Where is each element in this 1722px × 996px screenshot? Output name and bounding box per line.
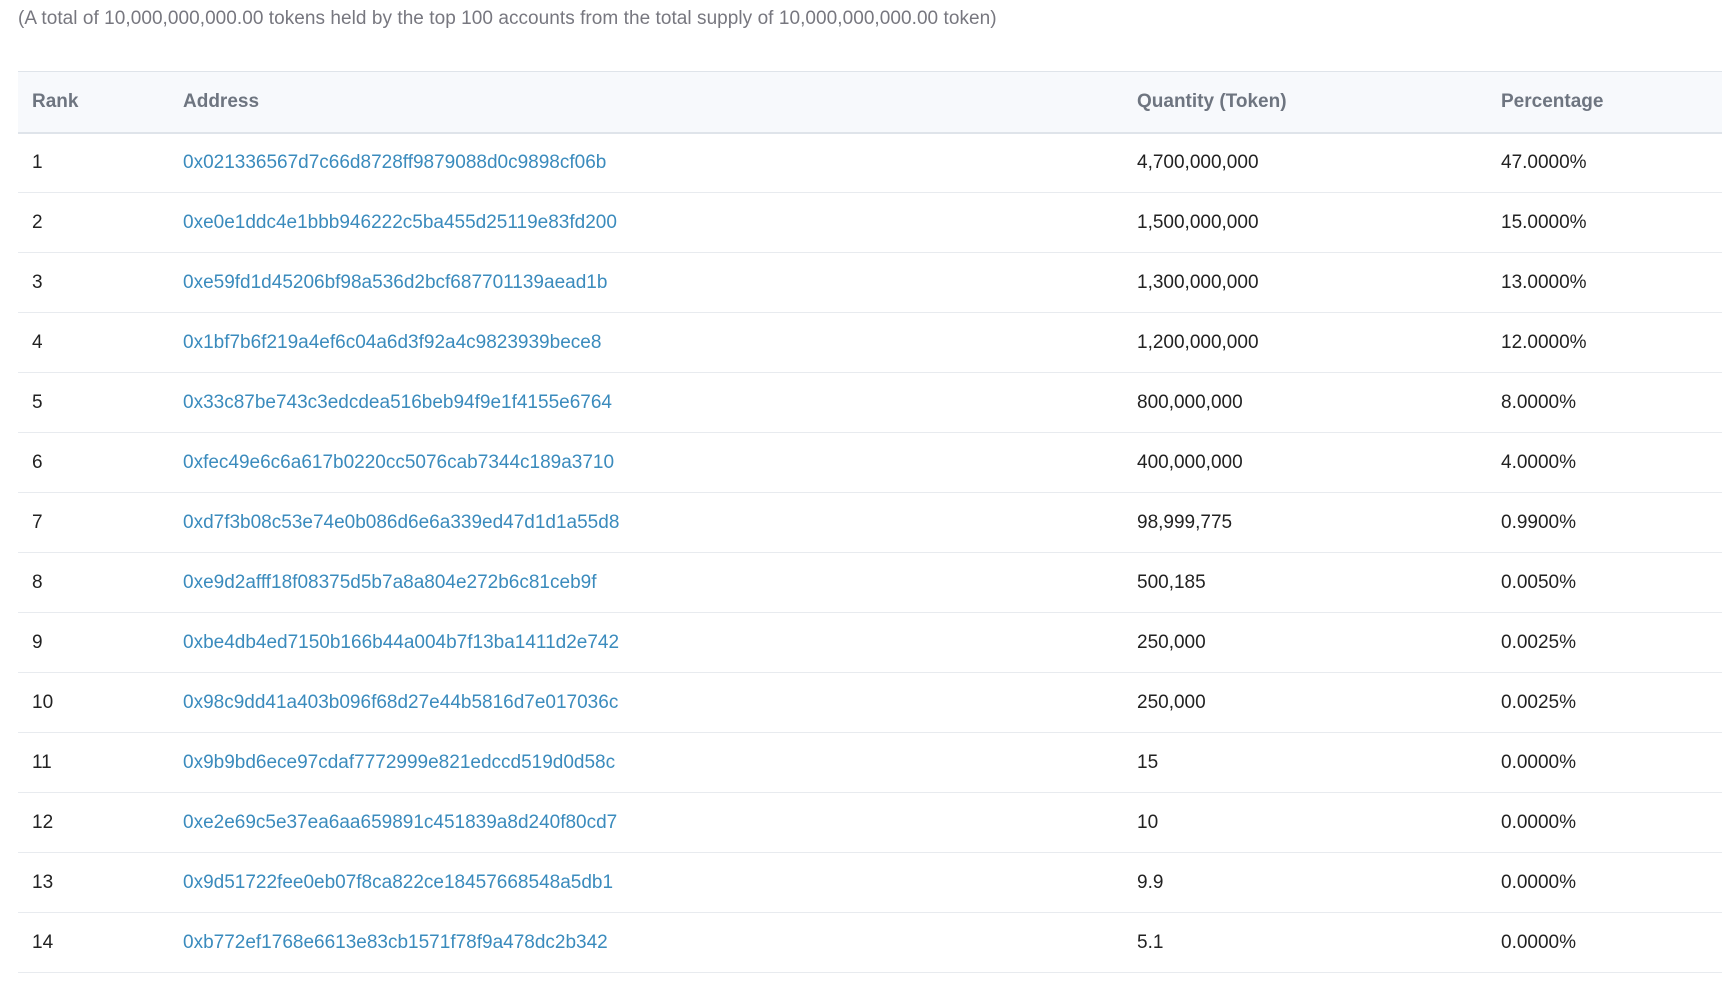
holder-address-link[interactable]: 0x98c9dd41a403b096f68d27e44b5816d7e01703… — [183, 692, 618, 713]
table-row: 13 0x9d51722fee0eb07f8ca822ce18457668548a… — [18, 853, 1722, 913]
table-row: 8 0xe9d2afff18f08375d5b7a8a804e272b6c81ce… — [18, 553, 1722, 613]
quantity-cell: 500,185 — [1137, 571, 1206, 593]
table-header-row: Rank Address Quantity (Token) Percentage — [18, 71, 1722, 133]
address-cell: 0xe9d2afff18f08375d5b7a8a804e272b6c81ceb… — [183, 553, 1137, 613]
quantity-cell: 250,000 — [1137, 631, 1206, 653]
address-cell: 0xe0e1ddc4e1bbb946222c5ba455d25119e83fd2… — [183, 193, 1137, 253]
table-row: 6 0xfec49e6c6a617b0220cc5076cab7344c189a3… — [18, 433, 1722, 493]
rank-cell: 12 — [32, 811, 54, 833]
quantity-cell: 400,000,000 — [1137, 451, 1243, 473]
holder-address-link[interactable]: 0xd7f3b08c53e74e0b086d6e6a339ed47d1d1a55… — [183, 512, 619, 533]
percentage-cell: 12.0000% — [1501, 331, 1587, 353]
table-row: 10 0x98c9dd41a403b096f68d27e44b5816d7e017… — [18, 673, 1722, 733]
holder-address-link[interactable]: 0x33c87be743c3edcdea516beb94f9e1f4155e67… — [183, 392, 612, 413]
rank-cell: 10 — [32, 691, 54, 713]
percentage-cell: 13.0000% — [1501, 271, 1587, 293]
holder-address-link[interactable]: 0xe9d2afff18f08375d5b7a8a804e272b6c81ceb… — [183, 572, 596, 593]
table-row: 2 0xe0e1ddc4e1bbb946222c5ba455d25119e83fd… — [18, 193, 1722, 253]
holder-address-link[interactable]: 0xe0e1ddc4e1bbb946222c5ba455d25119e83fd2… — [183, 212, 617, 233]
holder-address-link[interactable]: 0xb772ef1768e6613e83cb1571f78f9a478dc2b3… — [183, 932, 608, 953]
quantity-cell: 1,500,000,000 — [1137, 211, 1259, 233]
holder-address-link[interactable]: 0x9b9bd6ece97cdaf7772999e821edccd519d0d5… — [183, 752, 615, 773]
address-column-header: Address — [183, 90, 260, 112]
holder-address-link[interactable]: 0x9d51722fee0eb07f8ca822ce18457668548a5d… — [183, 872, 613, 893]
address-cell: 0x33c87be743c3edcdea516beb94f9e1f4155e67… — [183, 373, 1137, 433]
rank-cell: 14 — [32, 931, 54, 953]
table-row: 3 0xe59fd1d45206bf98a536d2bcf687701139aea… — [18, 253, 1722, 313]
address-cell: 0x9d51722fee0eb07f8ca822ce18457668548a5d… — [183, 853, 1137, 913]
holder-address-link[interactable]: 0x1bf7b6f219a4ef6c04a6d3f92a4c9823939bec… — [183, 332, 601, 353]
table-body: 1 0x021336567d7c66d8728ff9879088d0c9898cf… — [18, 133, 1722, 973]
holder-address-link[interactable]: 0xbe4db4ed7150b166b44a004b7f13ba1411d2e7… — [183, 632, 619, 653]
rank-cell: 9 — [32, 631, 43, 653]
table-row: 7 0xd7f3b08c53e74e0b086d6e6a339ed47d1d1a5… — [18, 493, 1722, 553]
rank-cell: 5 — [32, 391, 43, 413]
rank-cell: 2 — [32, 211, 43, 233]
table-row: 11 0x9b9bd6ece97cdaf7772999e821edccd519d0… — [18, 733, 1722, 793]
percentage-cell: 0.9900% — [1501, 511, 1577, 533]
rank-cell: 7 — [32, 511, 43, 533]
percentage-cell: 0.0000% — [1501, 871, 1577, 893]
address-cell: 0xbe4db4ed7150b166b44a004b7f13ba1411d2e7… — [183, 613, 1137, 673]
holder-address-link[interactable]: 0xfec49e6c6a617b0220cc5076cab7344c189a37… — [183, 452, 614, 473]
table-row: 12 0xe2e69c5e37ea6aa659891c451839a8d240f8… — [18, 793, 1722, 853]
holders-summary: (A total of 10,000,000,000.00 tokens hel… — [18, 8, 997, 29]
percentage-cell: 0.0025% — [1501, 691, 1577, 713]
rank-column-header: Rank — [32, 90, 79, 112]
percentage-cell: 47.0000% — [1501, 151, 1587, 173]
address-cell: 0x9b9bd6ece97cdaf7772999e821edccd519d0d5… — [183, 733, 1137, 793]
quantity-column-header: Quantity (Token) — [1137, 90, 1287, 112]
address-cell: 0xfec49e6c6a617b0220cc5076cab7344c189a37… — [183, 433, 1137, 493]
percentage-cell: 0.0000% — [1501, 751, 1577, 773]
quantity-cell: 15 — [1137, 751, 1159, 773]
rank-cell: 1 — [32, 151, 43, 173]
quantity-cell: 98,999,775 — [1137, 511, 1233, 533]
quantity-cell: 4,700,000,000 — [1137, 151, 1259, 173]
address-cell: 0xe2e69c5e37ea6aa659891c451839a8d240f80c… — [183, 793, 1137, 853]
address-cell: 0xb772ef1768e6613e83cb1571f78f9a478dc2b3… — [183, 913, 1137, 973]
address-cell: 0xe59fd1d45206bf98a536d2bcf687701139aead… — [183, 253, 1137, 313]
table-header: Rank Address Quantity (Token) Percentage — [18, 71, 1722, 133]
table-row: 4 0x1bf7b6f219a4ef6c04a6d3f92a4c9823939be… — [18, 313, 1722, 373]
quantity-cell: 9.9 — [1137, 871, 1164, 893]
percentage-cell: 0.0050% — [1501, 571, 1577, 593]
address-cell: 0x021336567d7c66d8728ff9879088d0c9898cf0… — [183, 133, 1137, 193]
quantity-cell: 10 — [1137, 811, 1159, 833]
holder-address-link[interactable]: 0xe59fd1d45206bf98a536d2bcf687701139aead… — [183, 272, 607, 293]
percentage-cell: 15.0000% — [1501, 211, 1587, 233]
rank-cell: 13 — [32, 871, 54, 893]
token-holders-table: Rank Address Quantity (Token) Percentage… — [18, 71, 1722, 973]
table-row: 1 0x021336567d7c66d8728ff9879088d0c9898cf… — [18, 133, 1722, 193]
rank-cell: 4 — [32, 331, 43, 353]
percentage-cell: 0.0000% — [1501, 811, 1577, 833]
rank-cell: 3 — [32, 271, 43, 293]
quantity-cell: 1,200,000,000 — [1137, 331, 1259, 353]
address-cell: 0xd7f3b08c53e74e0b086d6e6a339ed47d1d1a55… — [183, 493, 1137, 553]
holder-address-link[interactable]: 0xe2e69c5e37ea6aa659891c451839a8d240f80c… — [183, 812, 617, 833]
table-row: 5 0x33c87be743c3edcdea516beb94f9e1f4155e6… — [18, 373, 1722, 433]
percentage-cell: 0.0025% — [1501, 631, 1577, 653]
table-row: 14 0xb772ef1768e6613e83cb1571f78f9a478dc2… — [18, 913, 1722, 973]
percentage-column-header: Percentage — [1501, 90, 1604, 112]
percentage-cell: 8.0000% — [1501, 391, 1577, 413]
address-cell: 0x98c9dd41a403b096f68d27e44b5816d7e01703… — [183, 673, 1137, 733]
percentage-cell: 0.0000% — [1501, 931, 1577, 953]
rank-cell: 11 — [32, 751, 52, 773]
holder-address-link[interactable]: 0x021336567d7c66d8728ff9879088d0c9898cf0… — [183, 152, 606, 173]
rank-cell: 8 — [32, 571, 43, 593]
table-row: 9 0xbe4db4ed7150b166b44a004b7f13ba1411d2e… — [18, 613, 1722, 673]
quantity-cell: 5.1 — [1137, 931, 1164, 953]
address-cell: 0x1bf7b6f219a4ef6c04a6d3f92a4c9823939bec… — [183, 313, 1137, 373]
quantity-cell: 1,300,000,000 — [1137, 271, 1259, 293]
quantity-cell: 800,000,000 — [1137, 391, 1243, 413]
rank-cell: 6 — [32, 451, 43, 473]
percentage-cell: 4.0000% — [1501, 451, 1577, 473]
quantity-cell: 250,000 — [1137, 691, 1206, 713]
